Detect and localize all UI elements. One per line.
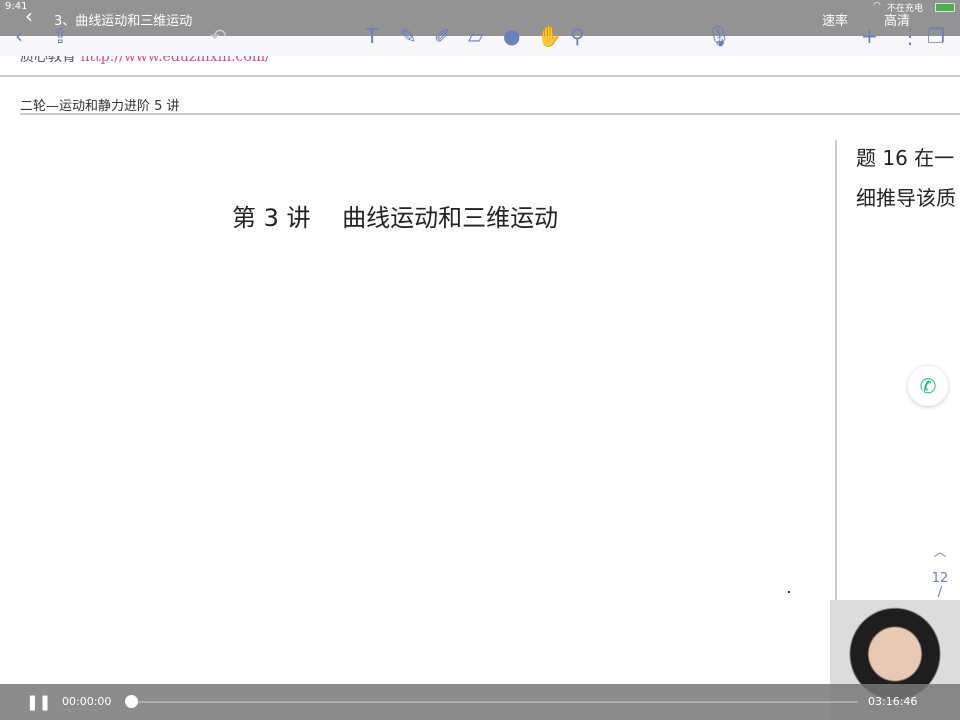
series-divider bbox=[20, 113, 960, 115]
pages-icon[interactable]: ❐ bbox=[927, 24, 945, 48]
total-time: 03:16:46 bbox=[868, 695, 918, 708]
next-page-text-2: 细推导该质 bbox=[856, 186, 956, 210]
lasso-icon[interactable]: ● bbox=[503, 24, 520, 48]
current-page: 12 bbox=[931, 571, 949, 586]
back-icon[interactable]: ‹ bbox=[25, 4, 33, 28]
phone-call-icon[interactable]: ✆ bbox=[908, 366, 948, 406]
speed-button[interactable]: 速率 bbox=[822, 10, 848, 29]
microphone-icon[interactable]: 🎙 bbox=[706, 24, 731, 48]
progress-thumb[interactable] bbox=[125, 695, 138, 708]
highlighter-icon[interactable]: ✐ bbox=[434, 24, 451, 48]
share-icon[interactable]: ⇪ bbox=[52, 24, 69, 48]
lecture-title: 第 3 讲 曲线运动和三维运动 bbox=[232, 204, 559, 232]
charging-status: 不在充电 bbox=[887, 4, 924, 14]
pen-icon[interactable]: ✎ bbox=[400, 24, 417, 48]
eraser-icon[interactable]: ▱ bbox=[468, 24, 483, 48]
hand-icon[interactable]: ✋ bbox=[537, 24, 562, 48]
page-up-icon[interactable]: ︿ bbox=[930, 546, 950, 560]
laser-pointer-icon[interactable]: ⚲ bbox=[570, 24, 585, 48]
video-title: 3、曲线运动和三维运动 bbox=[54, 14, 193, 29]
next-page-text-1: 题 16 在一 bbox=[856, 146, 955, 170]
more-icon[interactable]: ⋮ bbox=[900, 24, 920, 48]
page-separator: / bbox=[937, 585, 943, 600]
pause-icon[interactable]: ❚❚ bbox=[26, 693, 51, 711]
elapsed-time: 00:00:00 bbox=[62, 695, 112, 708]
progress-track[interactable] bbox=[138, 701, 858, 703]
battery-icon bbox=[935, 3, 955, 12]
series-title: 二轮—运动和静力进阶 5 讲 bbox=[20, 99, 180, 114]
stray-dot bbox=[788, 591, 790, 593]
document-page: 质心教育 http://www.eduzhixin.com/ 二轮—运动和静力进… bbox=[0, 49, 960, 686]
undo-icon[interactable]: ↶ bbox=[210, 24, 227, 48]
text-tool-icon[interactable]: T bbox=[366, 24, 378, 48]
toolbar-back-icon[interactable]: ‹ bbox=[15, 24, 23, 48]
player-controls: ❚❚ 00:00:00 03:16:46 bbox=[0, 684, 960, 720]
wifi-icon: ◠ bbox=[873, 1, 881, 11]
add-page-icon[interactable]: + bbox=[861, 24, 878, 48]
header-divider bbox=[0, 75, 960, 77]
